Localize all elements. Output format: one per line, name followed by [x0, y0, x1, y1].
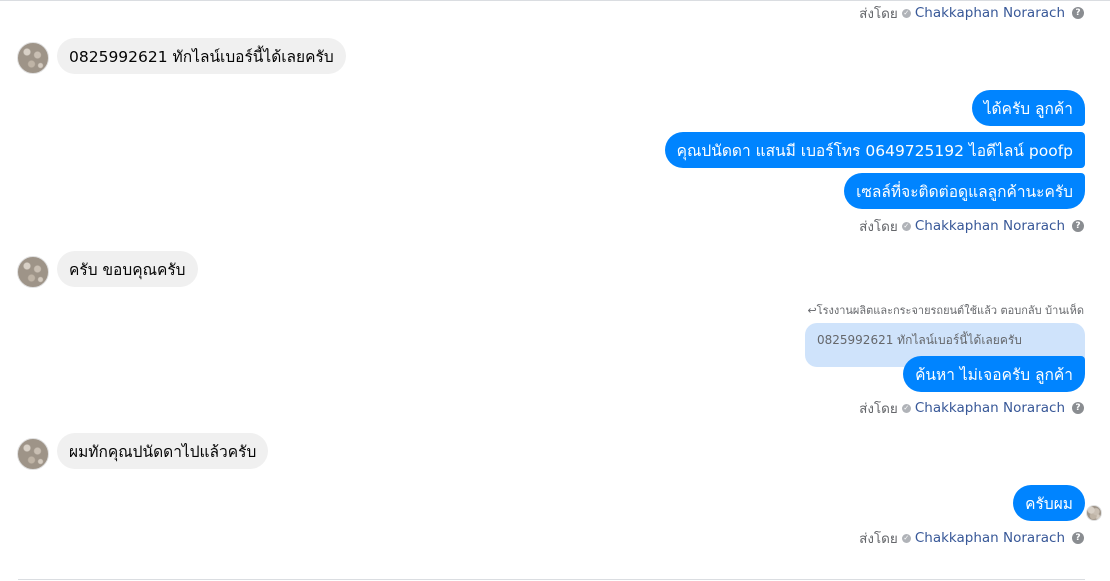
incoming-message[interactable]: ผมทักคุณปนัดดาไปแล้วครับ — [57, 433, 269, 469]
verified-icon: ✓ — [901, 8, 911, 18]
sent-by-row: ส่งโดย ✓ Chakkaphan Norarach ? — [859, 217, 1084, 235]
outgoing-message[interactable]: คุณปนัดดา แสนมี เบอร์โทร 0649725192 ไอดี… — [664, 132, 1085, 168]
reply-label: ↩โรงงานผลิตและกระจายรถยนต์ใช้แล้ว ตอบกลั… — [807, 304, 1084, 317]
help-icon[interactable]: ? — [1072, 402, 1084, 414]
sender-link[interactable]: Chakkaphan Norarach — [915, 218, 1065, 234]
sent-by-row: ส่งโดย ✓ Chakkaphan Norarach ? — [859, 4, 1084, 22]
sent-by-label: ส่งโดย — [859, 6, 898, 22]
outgoing-message[interactable]: ค้นหา ไม่เจอครับ ลูกค้า — [903, 356, 1085, 392]
avatar[interactable] — [17, 438, 49, 470]
sent-by-row: ส่งโดย ✓ Chakkaphan Norarach ? — [859, 399, 1084, 417]
sender-link[interactable]: Chakkaphan Norarach — [915, 5, 1065, 21]
divider — [0, 0, 1110, 1]
reply-arrow-icon: ↩ — [807, 304, 817, 317]
help-icon[interactable]: ? — [1072, 7, 1084, 19]
verified-icon: ✓ — [901, 221, 911, 231]
help-icon[interactable]: ? — [1072, 532, 1084, 544]
avatar[interactable] — [17, 42, 49, 74]
incoming-message[interactable]: ครับ ขอบคุณครับ — [57, 251, 198, 287]
outgoing-message[interactable]: ได้ครับ ลูกค้า — [971, 90, 1085, 126]
avatar[interactable] — [17, 256, 49, 288]
sent-by-label: ส่งโดย — [859, 219, 898, 235]
message-thread: ส่งโดย ✓ Chakkaphan Norarach ? 082599262… — [0, 0, 1110, 581]
outgoing-message[interactable]: เซลล์ที่จะติดต่อดูแลลูกค้านะครับ — [844, 173, 1085, 209]
sender-link[interactable]: Chakkaphan Norarach — [915, 400, 1065, 416]
verified-icon: ✓ — [901, 533, 911, 543]
divider — [18, 579, 1085, 580]
verified-icon: ✓ — [901, 403, 911, 413]
sender-link[interactable]: Chakkaphan Norarach — [915, 530, 1065, 546]
sent-by-label: ส่งโดย — [859, 531, 898, 547]
incoming-message[interactable]: 0825992621 ทักไลน์เบอร์นี้ได้เลยครับ — [57, 38, 346, 74]
sent-by-row: ส่งโดย ✓ Chakkaphan Norarach ? — [859, 529, 1084, 547]
outgoing-message[interactable]: ครับผม — [1013, 485, 1085, 521]
help-icon[interactable]: ? — [1072, 220, 1084, 232]
sent-by-label: ส่งโดย — [859, 401, 898, 417]
seen-avatar — [1086, 505, 1102, 521]
